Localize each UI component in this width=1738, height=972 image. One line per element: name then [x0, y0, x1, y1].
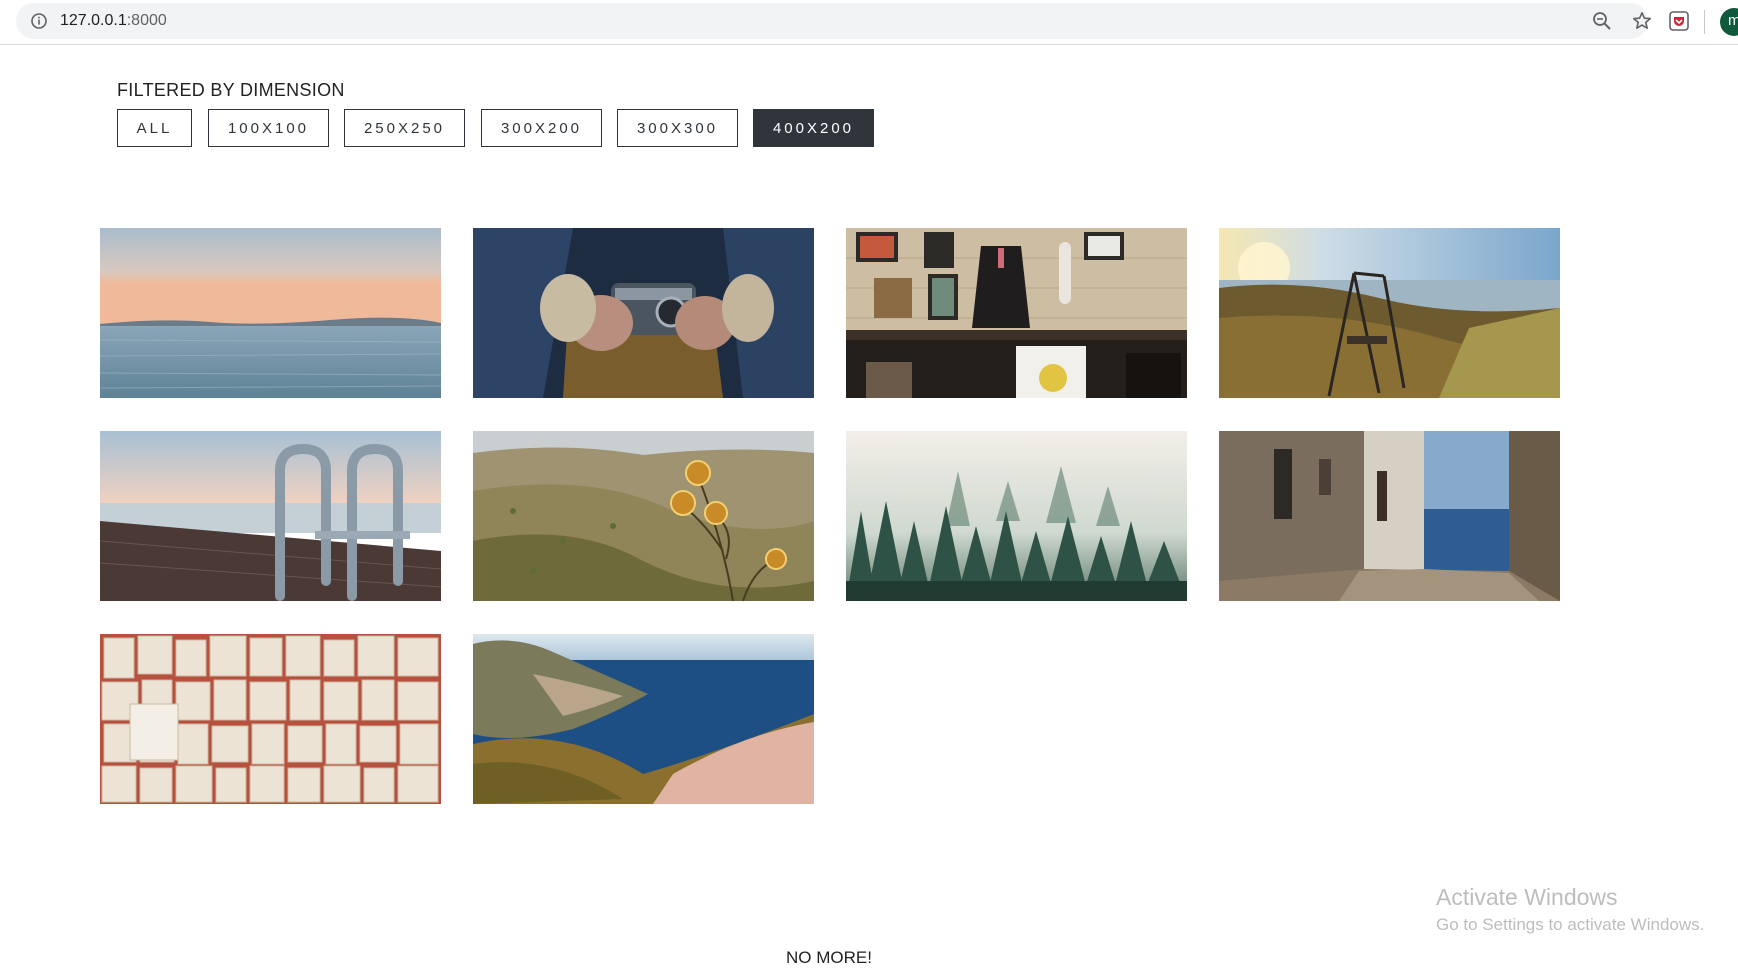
activate-windows-title: Activate Windows	[1436, 884, 1618, 910]
url-text[interactable]: 127.0.0.1:8000	[60, 12, 167, 30]
activate-windows-subtitle: Go to Settings to activate Windows.	[1436, 915, 1705, 934]
end-of-list-message: NO MORE!	[786, 948, 872, 967]
address-bar[interactable]: 127.0.0.1:8000	[16, 3, 1652, 39]
gallery-image-book-pages[interactable]	[100, 634, 441, 804]
url-port: :8000	[126, 12, 167, 29]
gallery-image-thistle-hills[interactable]	[473, 431, 814, 601]
toolbar-divider	[1704, 10, 1705, 34]
url-host: 127.0.0.1	[60, 12, 127, 29]
filter-400x200-button[interactable]: 400X200	[753, 109, 874, 147]
filter-heading: FILTERED BY DIMENSION	[117, 80, 345, 100]
gallery-image-coastal-cliff[interactable]	[473, 634, 814, 804]
pocket-extension-icon[interactable]	[1668, 10, 1690, 32]
gallery-image-shop-interior[interactable]	[846, 228, 1187, 398]
info-icon[interactable]	[30, 12, 48, 30]
gallery-image-dock-ladder[interactable]	[100, 431, 441, 601]
bookmark-star-icon[interactable]	[1632, 11, 1652, 31]
filter-250x250-button[interactable]: 250X250	[344, 109, 465, 147]
filter-all-button[interactable]: ALL	[117, 109, 192, 147]
gallery-image-alley-sea[interactable]	[1219, 431, 1560, 601]
gallery-image-sea-swing[interactable]	[1219, 228, 1560, 398]
zoom-icon[interactable]	[1592, 11, 1612, 31]
filter-300x200-button[interactable]: 300X200	[481, 109, 602, 147]
gallery-image-camera-hands[interactable]	[473, 228, 814, 398]
gallery-image-misty-forest[interactable]	[846, 431, 1187, 601]
gallery-image-sea-horizon[interactable]	[100, 228, 441, 398]
profile-avatar[interactable]: m	[1720, 8, 1738, 36]
filter-100x100-button[interactable]: 100X100	[208, 109, 329, 147]
browser-toolbar: 127.0.0.1:8000 m	[0, 0, 1738, 45]
filter-300x300-button[interactable]: 300X300	[617, 109, 738, 147]
